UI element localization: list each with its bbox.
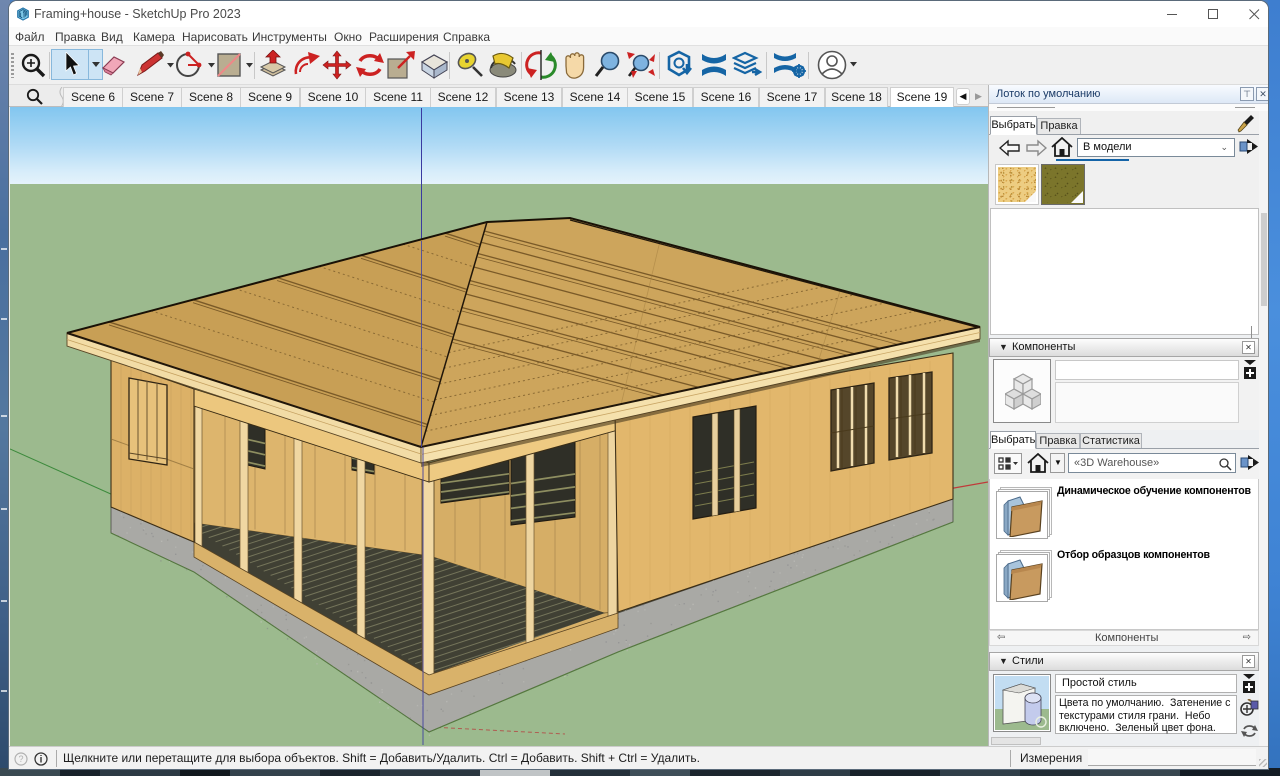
- svg-text:i: i: [40, 755, 43, 766]
- svg-text:?: ?: [18, 754, 23, 764]
